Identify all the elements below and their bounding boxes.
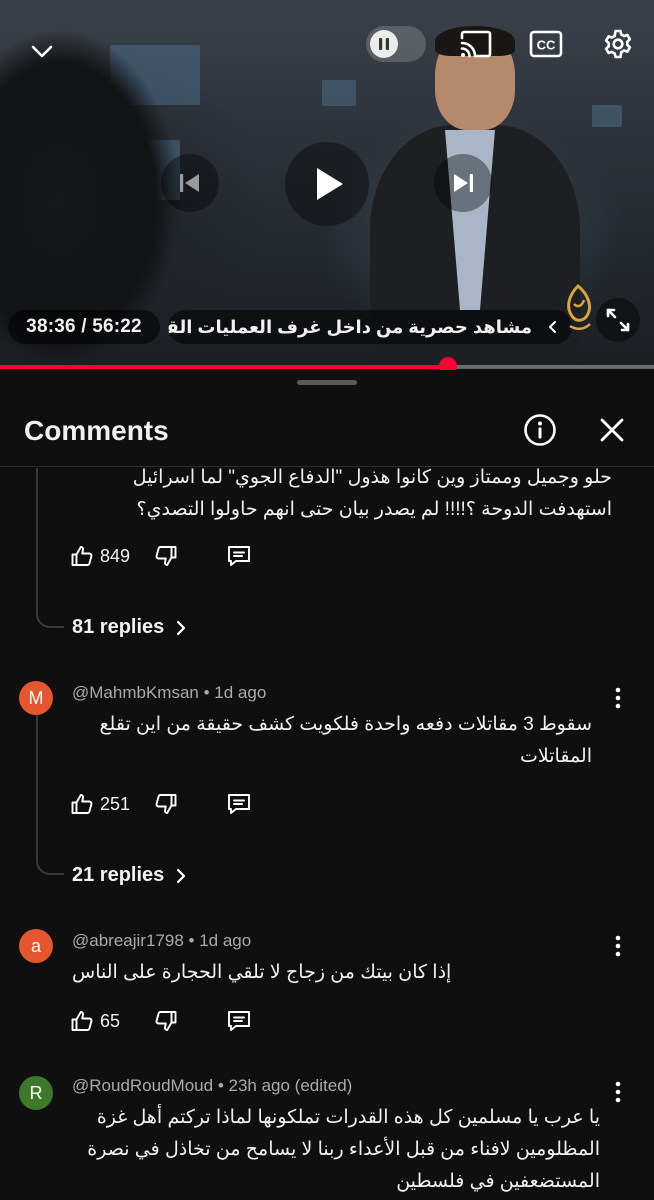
video-player[interactable]: CC 38:36 / 56:22 مشاهد حصرية من داخل غرف… <box>0 0 654 368</box>
fullscreen-button[interactable] <box>596 298 640 342</box>
like-button[interactable]: 65 <box>70 1006 154 1036</box>
comment-author[interactable]: @MahmbKmsan <box>72 683 199 702</box>
comment-text: إذا كان بيتك من زجاج لا تلقي الحجارة على… <box>72 962 452 983</box>
previous-button[interactable] <box>161 154 219 212</box>
seek-bar-played <box>0 365 448 369</box>
comment-reply-icon <box>228 1011 250 1031</box>
reply-button[interactable] <box>226 541 266 571</box>
comment-menu-button[interactable] <box>604 1078 632 1106</box>
thread-line <box>36 715 64 875</box>
play-icon <box>317 168 343 200</box>
comment-text: يا عرب يا مسلمين كل هذه القدرات تملكونها… <box>87 1107 600 1192</box>
cast-icon <box>460 30 492 58</box>
comment-actions: 65 <box>70 1006 266 1036</box>
comment-menu-button[interactable] <box>604 932 632 960</box>
dislike-button[interactable] <box>154 541 226 571</box>
thumbs-down-icon <box>155 546 177 566</box>
view-replies-button[interactable]: 81 replies <box>72 616 190 639</box>
comment-text: سقوط 3 مقاتلات دفعه واحدة فلكويت كشف حقي… <box>99 714 592 767</box>
cast-button[interactable] <box>456 24 496 64</box>
like-count: 849 <box>100 545 131 566</box>
video-title: مشاهد حصرية من داخل غرف العمليات القطرية <box>168 316 532 337</box>
time-text: 38:36 / 56:22 <box>26 316 142 337</box>
play-button[interactable] <box>285 142 369 226</box>
info-icon <box>524 414 556 446</box>
time-display: 38:36 / 56:22 <box>8 310 160 344</box>
captions-button[interactable]: CC <box>526 24 566 64</box>
minimize-button[interactable] <box>22 32 62 72</box>
panel-title: Comments <box>24 415 169 446</box>
skip-previous-icon <box>180 174 199 192</box>
like-button[interactable]: 849 <box>70 541 154 571</box>
comment-time: 23h ago (edited) <box>228 1076 353 1095</box>
comment-actions: 849 <box>70 541 266 571</box>
info-button[interactable] <box>520 410 560 450</box>
skip-next-icon <box>454 174 473 192</box>
replies-label: 81 replies <box>72 616 165 638</box>
avatar-letter: R <box>29 1082 43 1103</box>
reply-button[interactable] <box>226 1006 266 1036</box>
next-button[interactable] <box>434 154 492 212</box>
chevron-down-icon <box>31 45 53 58</box>
comment-meta: @MahmbKmsan • 1d ago <box>72 683 266 703</box>
thumbs-up-icon <box>71 546 93 566</box>
comments-panel: Comments حلو وجميل وممتاز وين كانوا هذول… <box>0 370 654 1200</box>
cc-icon: CC <box>529 30 563 58</box>
seek-bar-remaining <box>448 365 654 369</box>
replies-label: 21 replies <box>72 864 165 886</box>
chevron-right-icon <box>177 620 186 635</box>
avatar-letter: a <box>30 935 41 956</box>
settings-button[interactable] <box>598 24 638 64</box>
close-icon <box>600 418 624 442</box>
fullscreen-icon <box>606 308 630 332</box>
svg-text:CC: CC <box>537 38 556 53</box>
comment-actions: 251 <box>70 789 266 819</box>
close-button[interactable] <box>592 410 632 450</box>
panel-drag-handle[interactable] <box>297 380 357 385</box>
thumbs-down-icon <box>155 794 177 814</box>
comment-reply-icon <box>228 794 250 814</box>
gear-icon <box>604 29 632 59</box>
video-title-chip[interactable]: مشاهد حصرية من داخل غرف العمليات القطرية <box>168 310 572 344</box>
more-vert-icon <box>615 687 621 709</box>
dislike-button[interactable] <box>154 1006 226 1036</box>
thread-line <box>36 468 64 628</box>
avatar-letter: M <box>28 687 44 708</box>
meta-separator: • <box>217 1076 229 1095</box>
chevron-left-icon <box>536 320 558 334</box>
meta-separator: • <box>203 683 215 702</box>
more-vert-icon <box>615 1081 621 1103</box>
reply-button[interactable] <box>226 789 266 819</box>
comment-meta: @RoudRoudMoud • 23h ago (edited) <box>72 1076 352 1096</box>
avatar[interactable]: M <box>19 681 53 715</box>
more-vert-icon <box>615 935 621 957</box>
thumbs-up-icon <box>71 794 93 814</box>
channel-watermark-logo <box>560 282 596 336</box>
comment-author[interactable]: @RoudRoudMoud <box>72 1076 213 1095</box>
like-count: 65 <box>100 1010 121 1031</box>
like-count: 251 <box>100 793 131 814</box>
autoplay-toggle[interactable] <box>366 26 426 62</box>
like-button[interactable]: 251 <box>70 789 154 819</box>
avatar[interactable]: a <box>19 929 53 963</box>
meta-separator: • <box>188 931 200 950</box>
dislike-button[interactable] <box>154 789 226 819</box>
comment-meta: @abreajir1798 • 1d ago <box>72 931 251 951</box>
comment-reply-icon <box>228 546 250 566</box>
pause-toggle-icon <box>370 30 398 58</box>
chevron-right-icon <box>177 868 186 883</box>
comment-text: حلو وجميل وممتاز وين كانوا هذول "الدفاع … <box>132 467 612 520</box>
thumbs-down-icon <box>155 1011 177 1031</box>
view-replies-button[interactable]: 21 replies <box>72 864 190 887</box>
comment-menu-button[interactable] <box>604 684 632 712</box>
comment-time: 1d ago <box>214 683 267 702</box>
thumbs-up-icon <box>71 1011 93 1031</box>
comment-author[interactable]: @abreajir1798 <box>72 931 184 950</box>
comment-time: 1d ago <box>199 931 252 950</box>
avatar[interactable]: R <box>19 1076 53 1110</box>
